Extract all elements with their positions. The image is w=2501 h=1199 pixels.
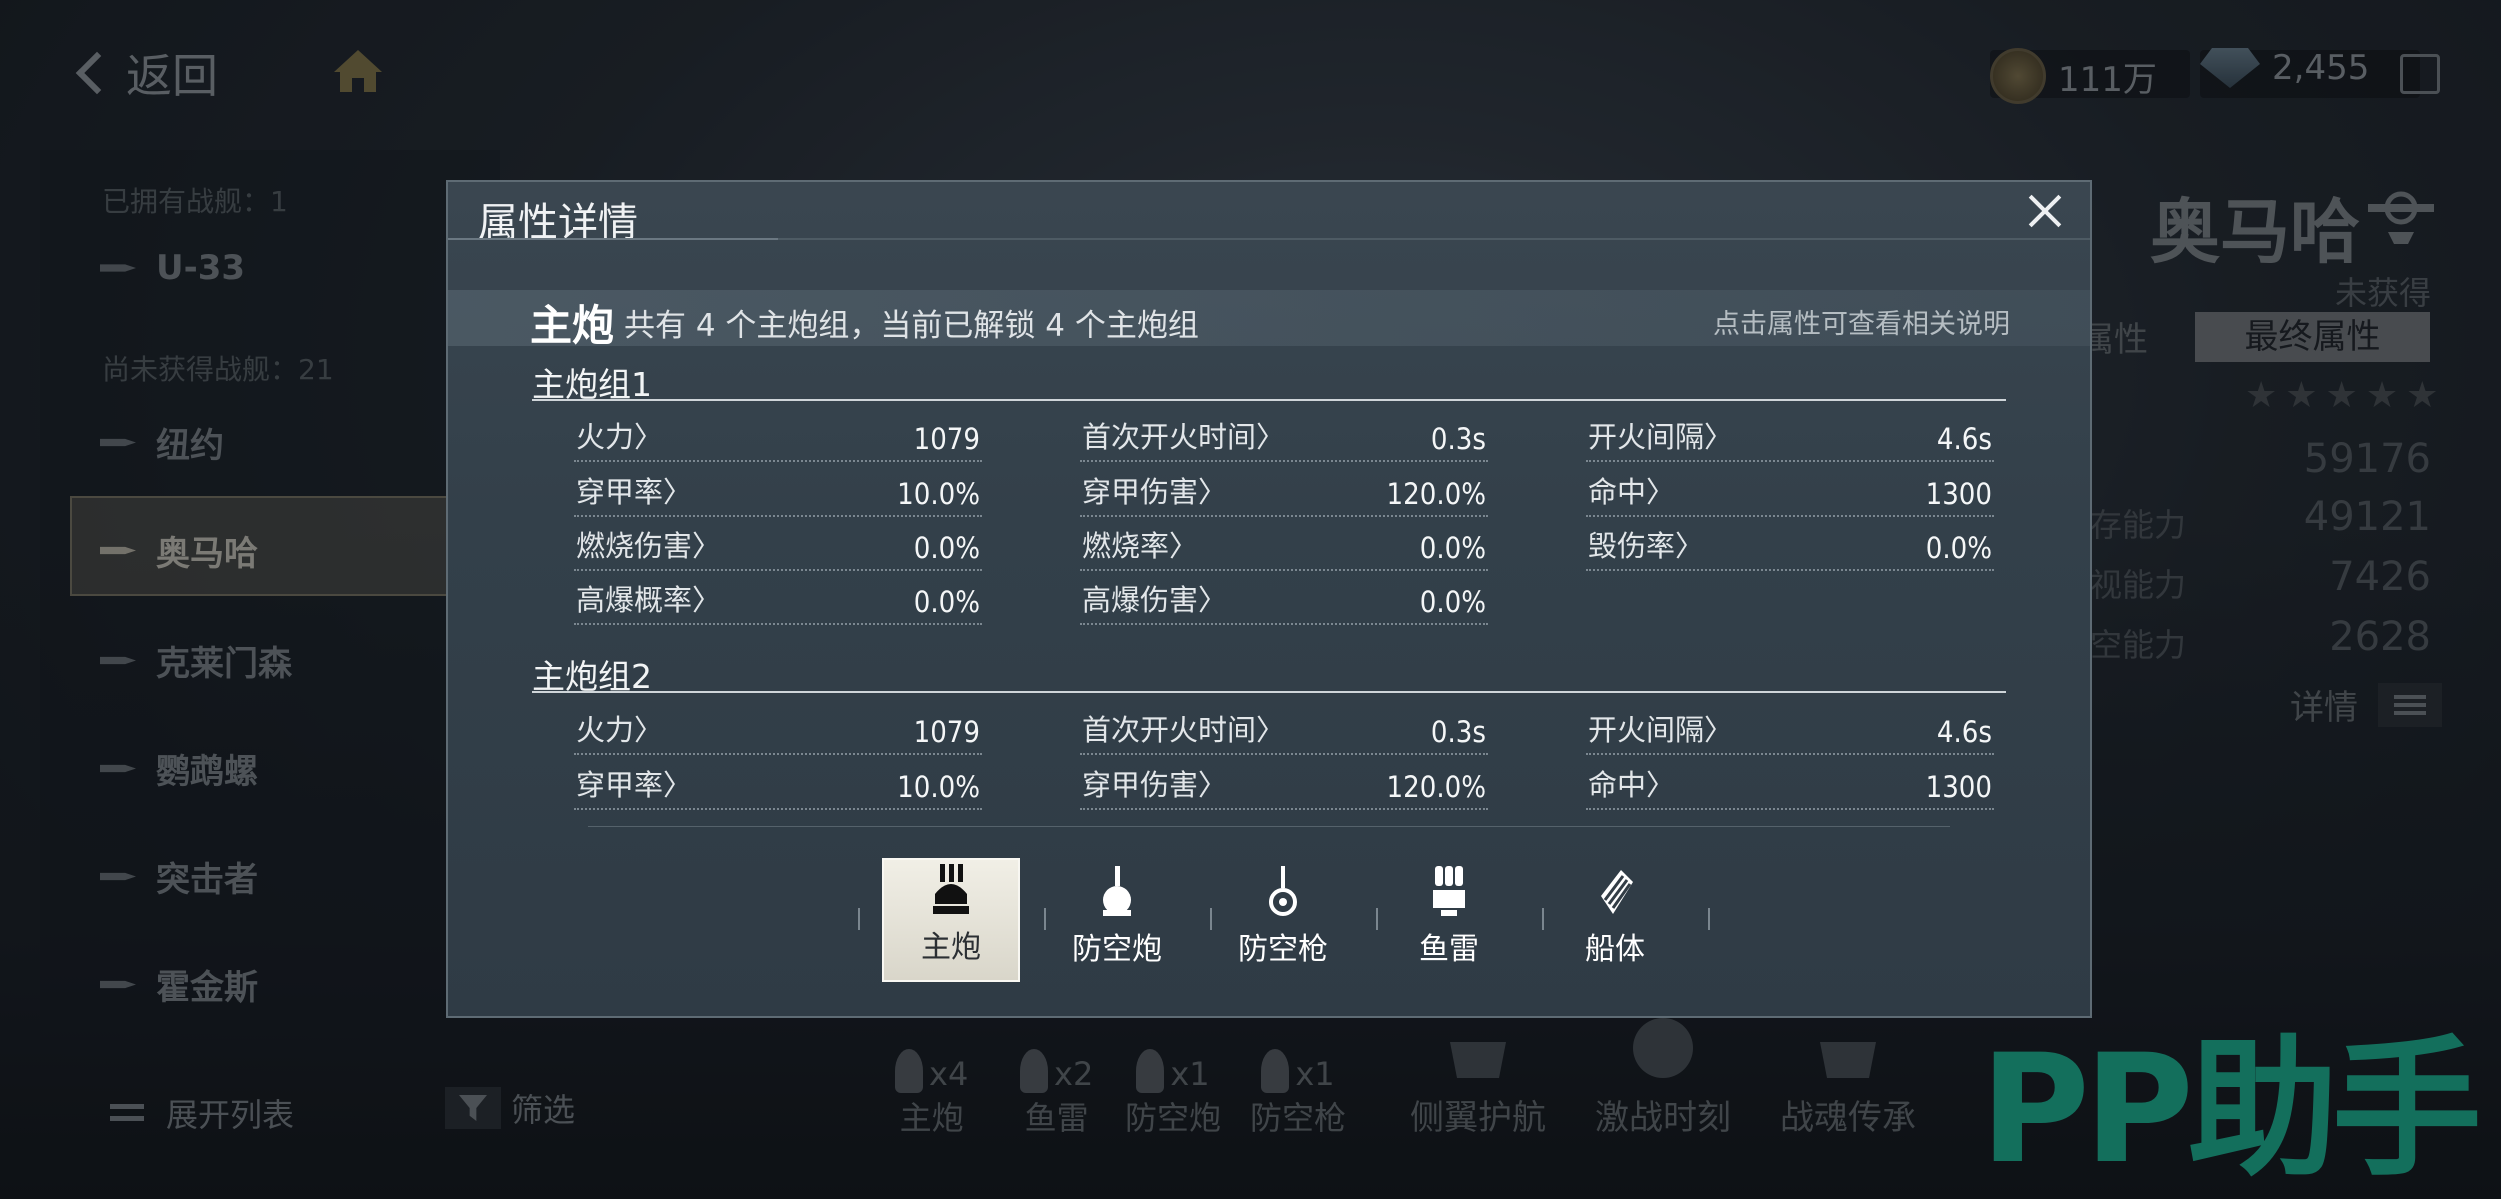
attr-first-fire-time[interactable]: 首次开火时间〉 0.3s <box>1080 420 1488 462</box>
tab-main-gun[interactable]: 主炮 <box>882 858 1020 982</box>
tab-hull[interactable]: 船体 <box>1546 858 1684 982</box>
main-gun-icon <box>933 864 969 914</box>
tab-separator <box>1210 908 1212 930</box>
header-divider <box>448 238 778 240</box>
attr-he-damage[interactable]: 高爆伤害〉 0.0% <box>1080 583 1488 625</box>
attr-penetration-damage[interactable]: 穿甲伤害〉 120.0% <box>1080 475 1488 517</box>
attr-first-fire-time[interactable]: 首次开火时间〉 0.3s <box>1080 713 1488 755</box>
attr-fire-interval[interactable]: 开火间隔〉 4.6s <box>1586 713 1994 755</box>
attribute-detail-dialog: 属性详情 主炮 共有 4 个主炮组，当前已解锁 4 个主炮组 点击属性可查看相关… <box>446 180 2092 1018</box>
aa-mg-icon <box>1269 866 1297 916</box>
tab-separator <box>1708 908 1710 930</box>
weapon-category-tabs: 主炮 防空炮 防空枪 鱼雷 船体 <box>858 858 1710 982</box>
section-title: 主炮 <box>530 301 615 350</box>
close-icon[interactable] <box>2026 192 2064 230</box>
group-divider <box>532 691 2006 693</box>
attr-firepower[interactable]: 火力〉 1079 <box>574 713 982 755</box>
attr-destroy-rate[interactable]: 毁伤率〉 0.0% <box>1586 529 1994 571</box>
attr-penetration-rate[interactable]: 穿甲率〉 10.0% <box>574 768 982 810</box>
tab-aa-mg[interactable]: 防空枪 <box>1214 858 1352 982</box>
attr-penetration-damage[interactable]: 穿甲伤害〉 120.0% <box>1080 768 1488 810</box>
attr-accuracy[interactable]: 命中〉 1300 <box>1586 768 1994 810</box>
tabs-divider <box>588 826 1950 827</box>
attr-penetration-rate[interactable]: 穿甲率〉 10.0% <box>574 475 982 517</box>
tab-separator <box>1542 908 1544 930</box>
tab-separator <box>1376 908 1378 930</box>
aa-gun-icon <box>1103 866 1131 916</box>
group-divider <box>532 399 2006 401</box>
section-hint: 点击属性可查看相关说明 <box>1713 309 2010 340</box>
attr-burn-damage[interactable]: 燃烧伤害〉 0.0% <box>574 529 982 571</box>
attr-he-chance[interactable]: 高爆概率〉 0.0% <box>574 583 982 625</box>
attr-fire-interval[interactable]: 开火间隔〉 4.6s <box>1586 420 1994 462</box>
hull-icon <box>1601 870 1633 914</box>
attr-accuracy[interactable]: 命中〉 1300 <box>1586 475 1994 517</box>
tab-separator <box>1044 908 1046 930</box>
tab-aa-gun[interactable]: 防空炮 <box>1048 858 1186 982</box>
tab-torpedo[interactable]: 鱼雷 <box>1380 858 1518 982</box>
tab-separator <box>858 908 860 930</box>
attr-burn-rate[interactable]: 燃烧率〉 0.0% <box>1080 529 1488 571</box>
header-divider <box>778 238 2090 240</box>
attr-firepower[interactable]: 火力〉 1079 <box>574 420 982 462</box>
dialog-header: 属性详情 <box>448 182 2090 246</box>
torpedo-icon <box>1433 866 1465 916</box>
section-description: 共有 4 个主炮组，当前已解锁 4 个主炮组 <box>624 308 1199 344</box>
